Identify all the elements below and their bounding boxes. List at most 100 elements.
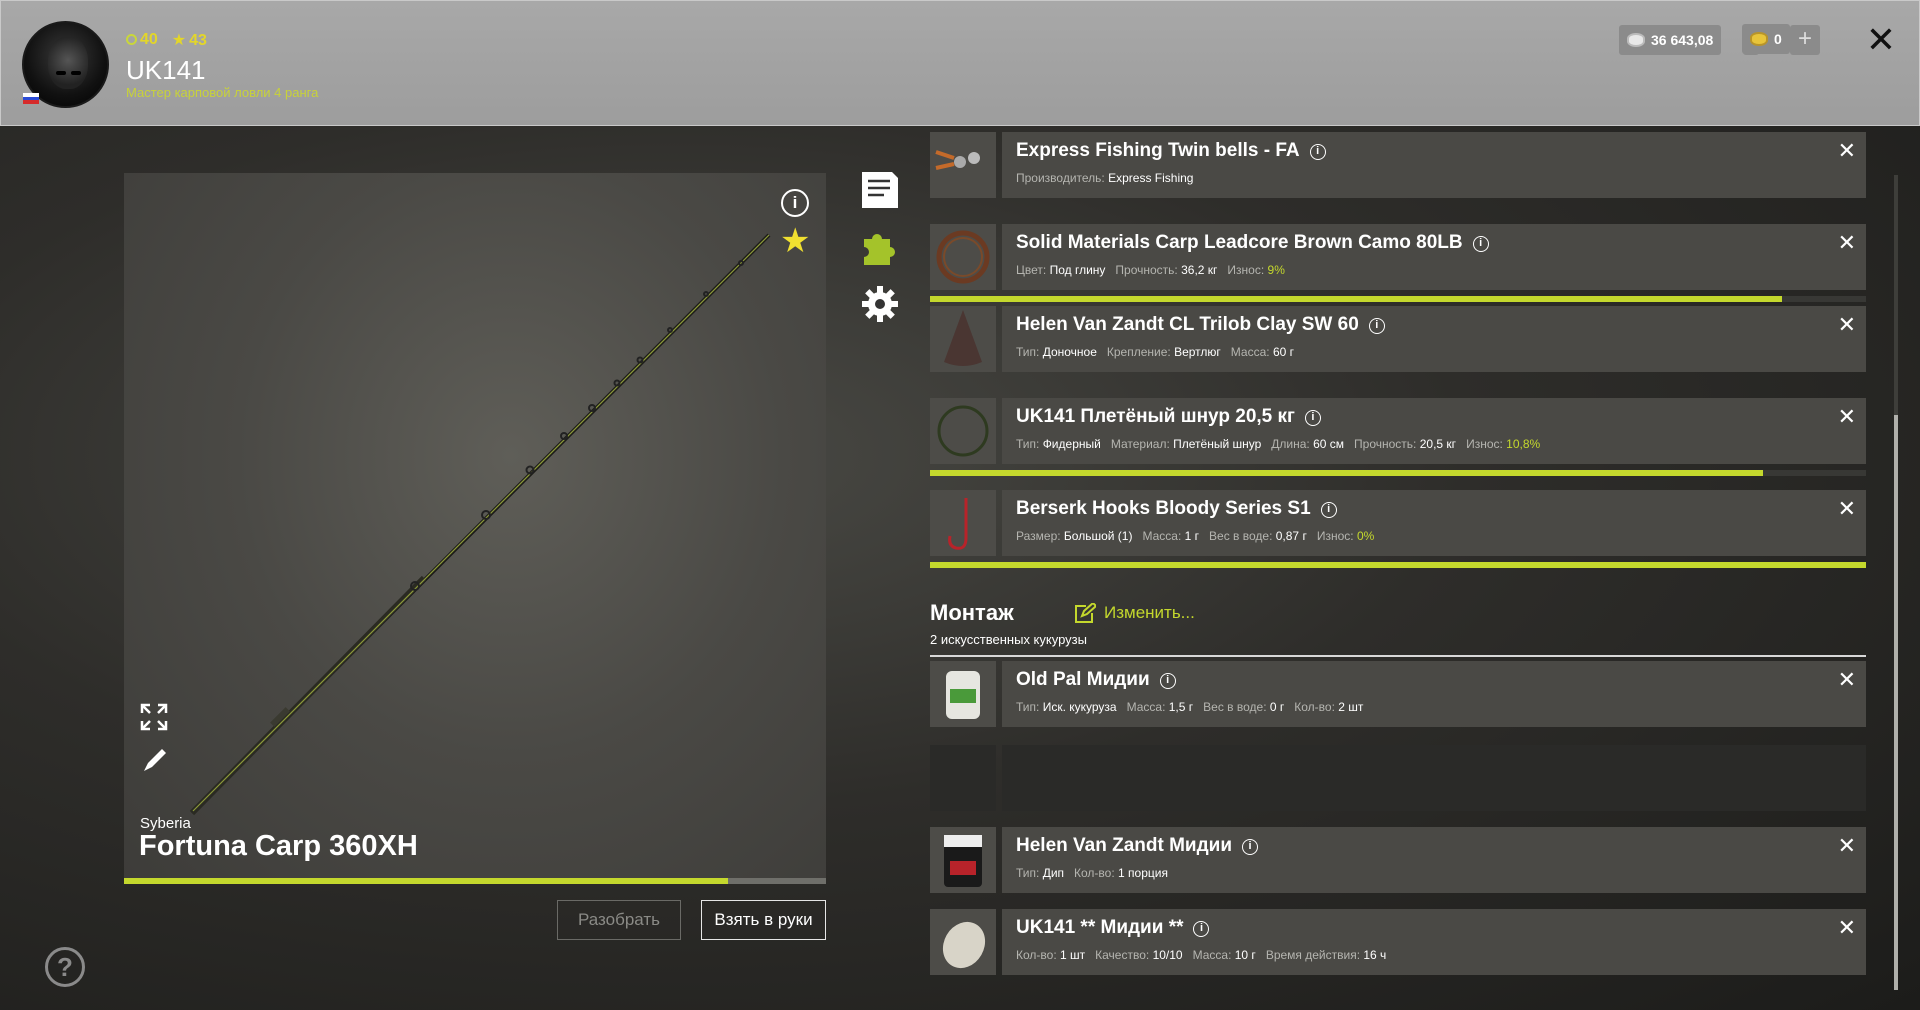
section-divider — [930, 655, 1866, 657]
star-icon: ★ — [171, 32, 187, 49]
prop-value: Иск. кукуруза — [1042, 700, 1117, 714]
info-icon[interactable]: i — [1242, 839, 1259, 855]
scrollbar[interactable] — [1894, 175, 1898, 990]
gold-coin-icon — [1750, 32, 1768, 46]
info-icon[interactable]: i — [1368, 318, 1385, 334]
add-currency-button[interactable]: + — [1790, 25, 1820, 55]
prop-value: Express Fishing — [1108, 171, 1194, 185]
prop-value: 1,5 г — [1168, 700, 1194, 714]
prop-value: Вертлюг — [1174, 345, 1221, 359]
info-icon[interactable]: i — [1159, 673, 1176, 689]
prop-key: Износ: — [1316, 529, 1354, 543]
prop-value: 0 г — [1269, 700, 1285, 714]
prop-key: Кол-во: — [1074, 866, 1115, 880]
prop-value: 1 порция — [1118, 866, 1168, 880]
prop-value: 10 г — [1234, 948, 1256, 962]
prop-key: Тип: — [1016, 866, 1040, 880]
item-props: Тип: Доночное Крепление: Вертлюг Масса: 60… — [1016, 345, 1294, 359]
player-stats: 40 ★ 43 — [126, 30, 207, 50]
prop-key: Цвет: — [1016, 263, 1047, 277]
prop-value: 0,87 г — [1275, 529, 1307, 543]
prop-value: 10/10 — [1152, 948, 1183, 962]
stars-badge: ★ 43 — [171, 32, 207, 49]
prop-key: Масса: — [1126, 700, 1166, 714]
favorite-star-icon[interactable]: ★ — [780, 224, 812, 258]
prop-value: 60 г — [1272, 345, 1295, 359]
tackle-item[interactable]: UK141 Плетёный шнур 20,5 кг i Тип: Фидерн… — [930, 398, 1866, 476]
item-title: UK141 Плетёный шнур 20,5 кг — [1016, 406, 1295, 427]
brush-icon[interactable] — [140, 745, 168, 773]
expand-icon[interactable] — [140, 703, 168, 731]
player-rank: Мастер карповой ловли 4 ранга — [126, 85, 319, 100]
prop-value: Дип — [1042, 866, 1065, 880]
remove-item-button[interactable]: ✕ — [1838, 833, 1856, 859]
remove-item-button[interactable]: ✕ — [1838, 496, 1856, 522]
item-props: Размер: Большой (1) Масса: 1 г Вес в воде:… — [1016, 529, 1374, 543]
info-icon[interactable]: i — [1304, 410, 1321, 426]
take-in-hands-button[interactable]: Взять в руки — [701, 900, 826, 940]
russia-flag-icon — [23, 93, 39, 104]
prop-key: Длина: — [1271, 437, 1310, 451]
prop-key: Время действия: — [1265, 948, 1361, 962]
item-wear-bar — [930, 296, 1866, 302]
rig-edit-link[interactable]: Изменить... — [1074, 603, 1195, 623]
item-props: Тип: Дип Кол-во: 1 порция — [1016, 866, 1168, 880]
prop-key: Износ: — [1466, 437, 1503, 451]
prop-key: Крепление: — [1106, 345, 1171, 359]
rig-subtitle: 2 искусственных кукурузы — [930, 632, 1087, 647]
rod-viewer[interactable]: i ★ — [124, 173, 826, 880]
item-title: Solid Materials Carp Leadcore Brown Camo… — [1016, 232, 1463, 253]
remove-item-button[interactable]: ✕ — [1838, 138, 1856, 164]
prop-value: Фидерный — [1042, 437, 1101, 451]
item-thumbnail — [930, 398, 996, 464]
remove-item-button[interactable]: ✕ — [1838, 404, 1856, 430]
prop-key: Материал: — [1110, 437, 1170, 451]
rig-item[interactable]: Old Pal Мидии i Тип: Иск. кукуруза Масса: … — [930, 661, 1866, 727]
remove-item-button[interactable]: ✕ — [1838, 312, 1856, 338]
remove-item-button[interactable]: ✕ — [1838, 230, 1856, 256]
item-props: Кол-во: 1 шт Качество: 10/10 Масса: 10 г Вр… — [1016, 948, 1386, 962]
rig-item[interactable]: UK141 ** Мидии ** i Кол-во: 1 шт Качество:… — [930, 909, 1866, 975]
prop-value: Большой (1) — [1063, 529, 1133, 543]
puzzle-icon[interactable] — [860, 227, 900, 267]
item-wear-bar — [930, 470, 1866, 476]
info-icon[interactable]: i — [1193, 921, 1210, 937]
prop-key: Размер: — [1016, 529, 1061, 543]
info-icon[interactable]: i — [1309, 144, 1326, 160]
item-thumbnail — [930, 490, 996, 556]
tackle-item[interactable]: Helen Van Zandt CL Trilob Clay SW 60 i Ти… — [930, 306, 1866, 372]
item-title: Old Pal Мидии — [1016, 669, 1150, 690]
info-icon[interactable]: i — [1320, 502, 1337, 518]
prop-value: Плетёный шнур — [1173, 437, 1262, 451]
item-props: Тип: Фидерный Материал: Плетёный шнур Длин… — [1016, 437, 1540, 451]
prop-value: Доночное — [1042, 345, 1097, 359]
prop-value: 1 г — [1184, 529, 1200, 543]
gear-icon[interactable] — [860, 284, 900, 324]
prop-key: Прочность: — [1115, 263, 1178, 277]
prop-key: Кол-во: — [1294, 700, 1335, 714]
info-icon[interactable]: i — [781, 189, 809, 217]
empty-slot[interactable] — [930, 745, 1866, 811]
tackle-item[interactable]: Express Fishing Twin bells - FA i Произво… — [930, 132, 1866, 198]
rig-item[interactable]: Helen Van Zandt Мидии i Тип: Дип Кол-во: 1… — [930, 827, 1866, 893]
help-icon[interactable]: ? — [45, 947, 85, 987]
prop-key: Масса: — [1142, 529, 1182, 543]
remove-item-button[interactable]: ✕ — [1838, 915, 1856, 941]
level-ring-icon — [126, 34, 137, 45]
document-icon[interactable] — [860, 170, 900, 210]
tackle-item[interactable]: Solid Materials Carp Leadcore Brown Camo… — [930, 224, 1866, 302]
disassemble-button[interactable]: Разобрать — [557, 900, 681, 940]
close-button[interactable]: ✕ — [1865, 21, 1897, 59]
prop-value: 36,2 кг — [1181, 263, 1218, 277]
prop-value: 16 ч — [1363, 948, 1387, 962]
prop-key: Качество: — [1095, 948, 1150, 962]
item-thumbnail — [930, 827, 996, 893]
rig-title: Монтаж — [930, 600, 1014, 625]
item-title: Helen Van Zandt CL Trilob Clay SW 60 — [1016, 314, 1359, 335]
info-icon[interactable]: i — [1472, 236, 1489, 252]
tackle-item[interactable]: Berserk Hooks Bloody Series S1 i Размер: … — [930, 490, 1866, 568]
scrollbar-thumb[interactable] — [1894, 415, 1898, 990]
item-thumbnail — [930, 224, 996, 290]
remove-item-button[interactable]: ✕ — [1838, 667, 1856, 693]
prop-key: Производитель: — [1016, 171, 1105, 185]
